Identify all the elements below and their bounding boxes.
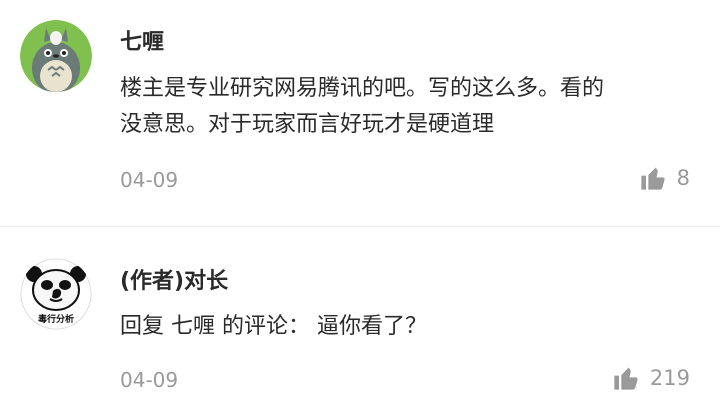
reply-to-username[interactable]: 七喱 — [171, 314, 215, 339]
like-button[interactable]: 8 — [639, 164, 690, 192]
thumbs-up-icon — [614, 367, 638, 390]
totoro-avatar-icon[interactable] — [20, 20, 92, 92]
reply-prefix: 回复 — [120, 314, 165, 339]
like-count: 219 — [649, 366, 690, 390]
comment-date: 04-09 — [120, 368, 179, 392]
comment-text-line: 没意思。对于玩家而言好玩才是硬道理 — [120, 112, 495, 137]
comment-text: 楼主是专业研究网易腾讯的吧。写的这么多。看的 没意思。对于玩家而言好玩才是硬道理 — [120, 71, 690, 143]
comment-username[interactable]: 七喱 — [120, 24, 164, 56]
divider — [0, 226, 720, 227]
panda-meme-avatar-icon[interactable]: 毒行分析 — [20, 258, 92, 330]
comment-text: 回复 七喱 的评论： 逼你看了？ — [120, 309, 690, 345]
comment-date: 04-09 — [120, 168, 179, 192]
reply-suffix: 的评论： — [222, 314, 311, 339]
comment-item: 毒行分析 (作者)对长 回复 七喱 的评论： 逼你看了？ 04-09 219 — [0, 236, 720, 417]
thumbs-up-icon — [640, 167, 665, 190]
comment-username[interactable]: (作者)对长 — [120, 263, 228, 295]
like-count: 8 — [676, 166, 690, 190]
avatar-caption: 毒行分析 — [38, 313, 74, 325]
like-button[interactable]: 219 — [612, 364, 690, 392]
comment-text-line: 楼主是专业研究网易腾讯的吧。写的这么多。看的 — [120, 76, 605, 101]
reply-text: 逼你看了？ — [317, 314, 428, 339]
comment-item: 七喱 楼主是专业研究网易腾讯的吧。写的这么多。看的 没意思。对于玩家而言好玩才是… — [0, 0, 720, 220]
